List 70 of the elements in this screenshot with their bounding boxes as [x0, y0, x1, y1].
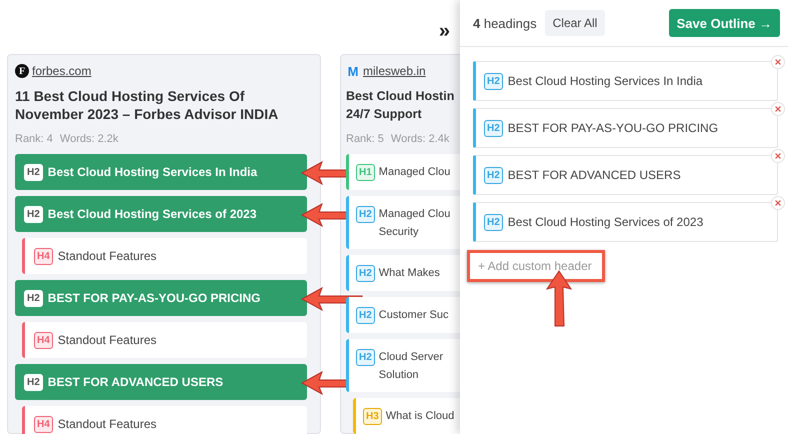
heading-level-badge: H2: [24, 164, 43, 181]
heading-item[interactable]: H2 Best Cloud Hosting Services of 2023: [15, 196, 307, 232]
remove-icon[interactable]: [771, 149, 785, 163]
heading-text: Customer Suc: [378, 308, 448, 323]
heading-level-badge: H4: [34, 332, 53, 349]
heading-text: BEST FOR ADVANCED USERS: [48, 374, 224, 391]
heading-text: Managed Clou Security: [378, 207, 450, 240]
heading-item[interactable]: H2 BEST FOR ADVANCED USERS: [15, 364, 307, 400]
heading-text: Best Cloud Hosting Services In India: [48, 164, 258, 181]
heading-item[interactable]: H2 Cloud Server Solution: [346, 339, 460, 392]
clear-all-button[interactable]: Clear All: [544, 10, 606, 36]
heading-level-badge: H2: [484, 72, 503, 90]
heading-level-badge: H4: [34, 416, 53, 433]
outline-heading-text: BEST FOR ADVANCED USERS: [508, 168, 681, 182]
outline-item[interactable]: H2 BEST FOR ADVANCED USERS: [473, 155, 778, 195]
heading-item[interactable]: H2 Best Cloud Hosting Services In India: [15, 154, 307, 190]
heading-level-badge: H2: [24, 206, 43, 223]
outline-heading-text: BEST FOR PAY-AS-YOU-GO PRICING: [508, 121, 718, 135]
heading-item[interactable]: H4 Standout Features: [22, 322, 307, 358]
outline-item[interactable]: H2 Best Cloud Hosting Services of 2023: [473, 202, 778, 242]
word-count: Words: 2.4k: [390, 133, 450, 145]
word-count: Words: 2.2k: [60, 133, 118, 145]
site-link[interactable]: milesweb.in: [363, 64, 426, 78]
site-logo-icon: M: [346, 64, 360, 78]
heading-item[interactable]: H2 Managed Clou Security: [346, 196, 460, 249]
heading-level-badge: H3: [363, 408, 382, 425]
article-title[interactable]: 11 Best Cloud Hosting Services Of November 2023 – Forbes Advisor INDIA: [15, 87, 305, 123]
heading-text: BEST FOR PAY-AS-YOU-GO PRICING: [48, 290, 260, 307]
heading-level-badge: H1: [356, 164, 375, 181]
outline-heading-text: Best Cloud Hosting Services In India: [508, 74, 703, 88]
heading-level-badge: H4: [34, 248, 53, 265]
heading-item[interactable]: H2 BEST FOR PAY-AS-YOU-GO PRICING: [15, 280, 307, 316]
site-logo-icon: F: [15, 64, 29, 78]
pointer-arrow: [544, 269, 574, 329]
expand-control[interactable]: »: [438, 20, 450, 42]
add-header-field[interactable]: + Add custom header: [467, 250, 605, 282]
remove-icon[interactable]: [771, 196, 785, 210]
heading-text: Standout Features: [58, 332, 157, 349]
heading-item[interactable]: H1 Managed Clou: [346, 154, 460, 190]
heading-level-badge: H2: [484, 166, 503, 184]
heading-text: Standout Features: [58, 416, 157, 433]
rank-text: Rank: 4: [15, 133, 53, 145]
site-link[interactable]: forbes.com: [32, 64, 92, 78]
heading-level-badge: H2: [484, 214, 503, 230]
heading-item[interactable]: H2 Customer Suc: [346, 297, 460, 333]
heading-item[interactable]: H4 Standout Features: [22, 406, 307, 434]
heading-level-badge: H2: [356, 307, 375, 324]
outline-item[interactable]: H2 Best Cloud Hosting Services In India: [473, 61, 778, 101]
heading-text: What Makes: [378, 266, 440, 281]
heading-count: 4 headings: [473, 16, 537, 30]
remove-icon[interactable]: [771, 102, 785, 116]
outline-item[interactable]: H2 BEST FOR PAY-AS-YOU-GO PRICING: [473, 108, 778, 148]
remove-icon[interactable]: [771, 55, 785, 69]
heading-level-badge: H2: [356, 206, 375, 223]
heading-level-badge: H2: [24, 374, 43, 391]
heading-text: Standout Features: [58, 248, 157, 265]
heading-text: What is Cloud: [386, 409, 454, 424]
heading-level-badge: H2: [356, 265, 375, 282]
heading-item[interactable]: H3 What is Cloud: [353, 398, 460, 434]
heading-level-badge: H2: [484, 120, 503, 136]
rank-text: Rank: 5: [346, 133, 384, 145]
article-title[interactable]: Best Cloud Hostin 24/7 Support: [346, 87, 460, 123]
heading-text: Managed Clou: [378, 165, 450, 180]
heading-text: Cloud Server Solution: [378, 350, 443, 383]
heading-item[interactable]: H4 Standout Features: [22, 238, 307, 274]
heading-item[interactable]: H2 What Makes: [346, 255, 460, 291]
outline-heading-text: Best Cloud Hosting Services of 2023: [508, 215, 704, 229]
heading-text: Best Cloud Hosting Services of 2023: [48, 206, 257, 223]
heading-level-badge: H2: [356, 349, 375, 366]
heading-level-badge: H2: [24, 290, 43, 307]
